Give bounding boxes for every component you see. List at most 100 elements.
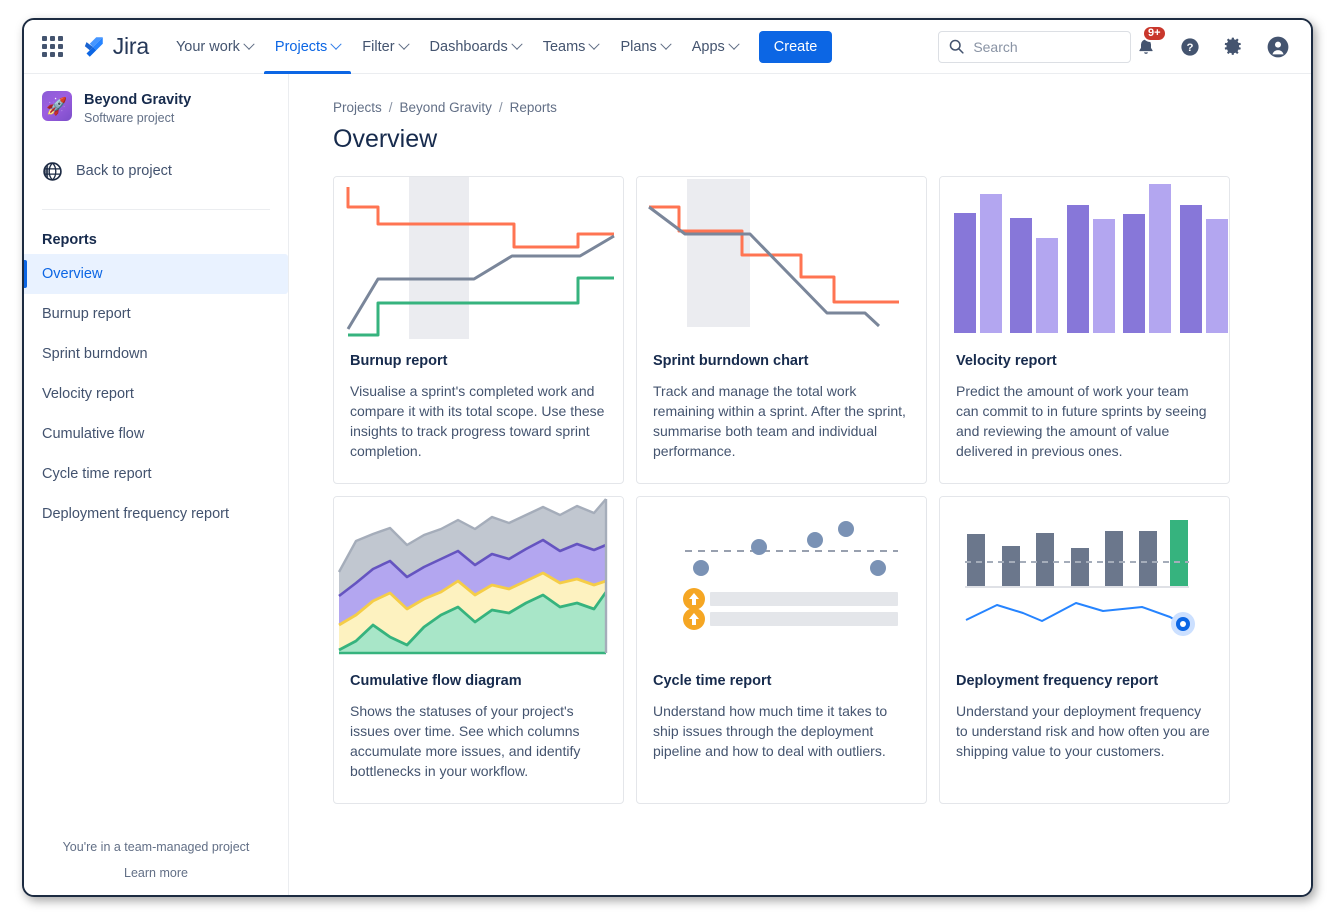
report-cards-grid: Burnup report Visualise a sprint's compl… — [333, 176, 1311, 804]
main-content: Projects / Beyond Gravity / Reports Over… — [289, 74, 1311, 897]
svg-text:?: ? — [1187, 42, 1194, 54]
help-button[interactable]: ? — [1175, 32, 1205, 62]
bar-completed-4 — [1149, 184, 1171, 333]
page-body: 🚀 Beyond Gravity Software project Back t… — [24, 74, 1311, 897]
team-managed-note: You're in a team-managed project — [24, 840, 288, 854]
search-container — [938, 31, 1131, 63]
deploy-bar-3 — [1036, 533, 1054, 587]
bar-commitment-1 — [954, 213, 976, 333]
report-card-sprint-burndown-chart[interactable]: Sprint burndown chart Track and manage t… — [636, 176, 927, 484]
app-switcher-button[interactable] — [40, 31, 66, 63]
card-description: Predict the amount of work your team can… — [956, 381, 1213, 461]
bar-completed-2 — [1036, 238, 1058, 333]
page-title: Overview — [333, 125, 1311, 154]
browser-window: Jira Your work Projects Filter Dashboard… — [22, 18, 1313, 897]
sidebar-item-label: Cycle time report — [42, 466, 152, 482]
deploy-bar-1 — [967, 534, 985, 587]
nav-item-teams[interactable]: Teams — [532, 20, 610, 74]
report-card-burnup-report[interactable]: Burnup report Visualise a sprint's compl… — [333, 176, 624, 484]
sidebar-item-velocity-report[interactable]: Velocity report — [24, 374, 288, 414]
back-to-project-link[interactable]: Back to project — [24, 151, 288, 191]
nav-item-plans[interactable]: Plans — [609, 20, 680, 74]
card-description: Visualise a sprint's completed work and … — [350, 381, 607, 461]
deploy-bar-5 — [1105, 531, 1123, 587]
sidebar-item-sprint-burndown[interactable]: Sprint burndown — [24, 334, 288, 374]
nav-label: Apps — [692, 39, 725, 55]
jira-logo[interactable]: Jira — [74, 33, 165, 60]
scatter-point — [870, 560, 886, 576]
nav-item-your-work[interactable]: Your work — [165, 20, 264, 74]
scatter-point — [751, 539, 767, 555]
jira-wordmark: Jira — [113, 33, 149, 60]
breadcrumb-beyond-gravity[interactable]: Beyond Gravity — [400, 100, 492, 115]
project-type: Software project — [84, 111, 191, 125]
guideline-line — [348, 236, 614, 329]
nav-item-apps[interactable]: Apps — [681, 20, 749, 74]
breadcrumb-projects[interactable]: Projects — [333, 100, 382, 115]
velocity-chart-thumbnail — [940, 177, 1229, 339]
sidebar-item-overview[interactable]: Overview — [24, 254, 288, 294]
settings-button[interactable] — [1219, 32, 1249, 62]
sidebar-item-label: Overview — [42, 266, 102, 282]
sidebar-item-cumulative-flow[interactable]: Cumulative flow — [24, 414, 288, 454]
card-description: Shows the statuses of your project's iss… — [350, 701, 607, 781]
bar-commitment-5 — [1180, 205, 1202, 333]
chevron-down-icon — [398, 38, 409, 49]
avatar-icon — [1266, 35, 1290, 59]
card-body: Velocity report Predict the amount of wo… — [940, 339, 1229, 483]
card-body: Sprint burndown chart Track and manage t… — [637, 339, 926, 483]
nav-item-projects[interactable]: Projects — [264, 20, 351, 74]
chevron-down-icon — [728, 38, 739, 49]
sidebar-item-label: Velocity report — [42, 386, 134, 402]
chevron-down-icon — [660, 38, 671, 49]
profile-avatar-button[interactable] — [1263, 32, 1293, 62]
deploy-bar-7-highlight — [1170, 520, 1188, 587]
project-header[interactable]: 🚀 Beyond Gravity Software project — [24, 74, 288, 129]
breadcrumb-reports[interactable]: Reports — [510, 100, 557, 115]
sidebar-item-burnup-report[interactable]: Burnup report — [24, 294, 288, 334]
scatter-point — [693, 560, 709, 576]
breadcrumb: Projects / Beyond Gravity / Reports — [333, 100, 1311, 115]
report-card-velocity-report[interactable]: Velocity report Predict the amount of wo… — [939, 176, 1230, 484]
nav-label: Plans — [620, 39, 656, 55]
report-card-deployment-frequency-report[interactable]: Deployment frequency report Understand y… — [939, 496, 1230, 804]
card-body: Cycle time report Understand how much ti… — [637, 659, 926, 783]
scope-line — [348, 187, 614, 247]
breadcrumb-separator: / — [389, 100, 393, 115]
burnup-chart-thumbnail — [334, 177, 623, 339]
sprint-highlight-band — [409, 177, 469, 339]
sidebar-item-label: Deployment frequency report — [42, 506, 229, 522]
project-avatar: 🚀 — [42, 91, 72, 121]
nav-item-filter[interactable]: Filter — [351, 20, 418, 74]
velocity-bars — [954, 184, 1228, 333]
sidebar-item-label: Cumulative flow — [42, 426, 144, 442]
cycle-time-svg — [637, 497, 926, 659]
search-input[interactable] — [938, 31, 1131, 63]
guideline-line — [649, 207, 879, 326]
burndown-chart-svg — [637, 177, 926, 339]
nav-label: Your work — [176, 39, 240, 55]
app-switcher-icon — [42, 36, 63, 57]
nav-label: Projects — [275, 39, 327, 55]
top-navigation-bar: Jira Your work Projects Filter Dashboard… — [24, 20, 1311, 74]
burnup-chart-svg — [334, 177, 623, 339]
learn-more-link[interactable]: Learn more — [24, 866, 288, 880]
nav-item-dashboards[interactable]: Dashboards — [419, 20, 532, 74]
report-card-cycle-time-report[interactable]: Cycle time report Understand how much ti… — [636, 496, 927, 804]
trend-endpoint-center — [1180, 621, 1186, 627]
create-button[interactable]: Create — [759, 31, 833, 63]
cycle-time-thumbnail — [637, 497, 926, 659]
deployment-frequency-thumbnail — [940, 497, 1229, 659]
remaining-line — [649, 207, 899, 302]
nav-label: Dashboards — [430, 39, 508, 55]
deployment-bars — [967, 520, 1188, 587]
sidebar-item-cycle-time-report[interactable]: Cycle time report — [24, 454, 288, 494]
nav-label: Filter — [362, 39, 394, 55]
breadcrumb-separator: / — [499, 100, 503, 115]
sidebar-item-deployment-frequency-report[interactable]: Deployment frequency report — [24, 494, 288, 534]
nav-label: Teams — [543, 39, 586, 55]
card-description: Track and manage the total work remainin… — [653, 381, 910, 461]
notifications-button[interactable]: 9+ — [1131, 32, 1161, 62]
report-card-cumulative-flow-diagram[interactable]: Cumulative flow diagram Shows the status… — [333, 496, 624, 804]
card-body: Cumulative flow diagram Shows the status… — [334, 659, 623, 803]
